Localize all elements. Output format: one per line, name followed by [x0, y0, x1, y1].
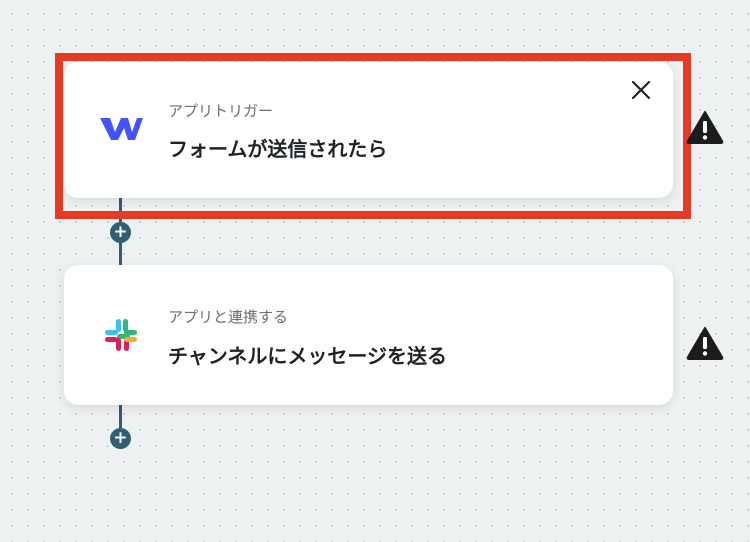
warning-icon[interactable] — [685, 325, 725, 361]
slack-logo-icon — [105, 319, 137, 351]
selected-step-highlight — [55, 53, 691, 219]
step-card-action[interactable]: アプリと連携する チャンネルにメッセージを送る — [64, 265, 673, 405]
step-subtitle: アプリと連携する — [168, 308, 289, 326]
add-step-button[interactable]: + — [110, 428, 131, 449]
add-step-button[interactable]: + — [110, 222, 131, 243]
warning-icon[interactable] — [685, 109, 725, 145]
step-title: チャンネルにメッセージを送る — [168, 344, 447, 368]
